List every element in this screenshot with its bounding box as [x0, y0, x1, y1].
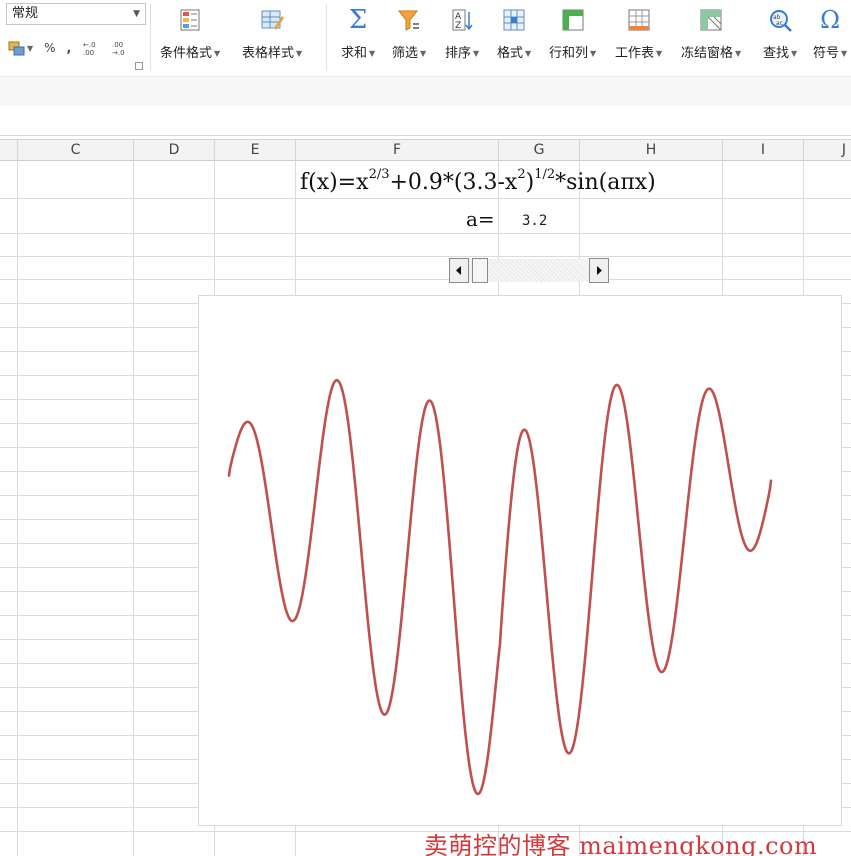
formula-exponent: 2/3 [368, 166, 390, 182]
worksheet-label: 工作表 [615, 46, 655, 61]
row-column-icon [562, 9, 584, 31]
grid-column-line [133, 161, 134, 856]
grid-row-line [0, 279, 851, 280]
row-header-corner[interactable] [0, 140, 18, 161]
sort-az-icon: AZ [452, 9, 473, 31]
formula-text: f(x)=x2/3+0.9*(3.3-x2)1/2*sin(aπx) [300, 168, 656, 198]
triangle-right-icon [597, 266, 602, 275]
grid-row-line [0, 198, 851, 199]
formula-part: ) [525, 170, 535, 195]
svg-text:.00: .00 [83, 49, 94, 56]
percent-button[interactable]: % [44, 41, 55, 55]
sigma-icon: Σ [348, 5, 368, 35]
triangle-left-icon [456, 266, 461, 275]
decrease-decimal-button[interactable]: .00 →.0 [111, 40, 129, 56]
increase-decimal-button[interactable]: ←.0.00 [82, 40, 100, 56]
parameter-scrollbar[interactable] [449, 258, 609, 283]
conditional-format-icon [180, 9, 200, 31]
symbol-label: 符号 [813, 46, 840, 61]
formula-exponent: 2 [517, 166, 526, 182]
sort-button[interactable]: AZ 排序 ▼ [445, 6, 479, 61]
scroll-left-button[interactable] [449, 258, 469, 283]
filter-button[interactable]: 筛选 ▼ [392, 6, 426, 61]
filter-label: 筛选 [392, 46, 419, 61]
worksheet-icon [628, 9, 650, 31]
column-header-h[interactable]: H [580, 140, 723, 161]
decrease-decimal-icon: .00→.0 [112, 41, 125, 56]
number-format-value: 常规 [12, 6, 39, 21]
chevron-down-icon: ▼ [133, 9, 140, 19]
ribbon-footer [0, 76, 851, 106]
formula-part: *sin(aπx) [555, 170, 656, 195]
column-header-g[interactable]: G [499, 140, 580, 161]
format-cells-icon [503, 9, 525, 31]
svg-text:→.0: →.0 [112, 49, 125, 56]
row-col-label: 行和列 [549, 46, 589, 61]
symbol-button[interactable]: Ω 符号 ▼ [813, 6, 847, 61]
divider [326, 4, 327, 70]
table-style-label: 表格样式 [242, 46, 295, 61]
param-a-value-cell[interactable]: 3.2 [522, 213, 547, 229]
chart-plot [227, 378, 773, 796]
freeze-panes-icon [700, 9, 722, 31]
svg-text:ac: ac [776, 20, 783, 27]
ribbon-toolbar: 常规 ▼ ▼ % , ←.0.00 .00 →.0 条件格式 ▼ 表格样式 ▼ Σ 求… [0, 0, 851, 106]
column-header-i[interactable]: I [723, 140, 804, 161]
svg-text:.00: .00 [112, 41, 123, 49]
svg-text:←.0: ←.0 [83, 41, 96, 49]
column-headers: C D E F G H I J [0, 139, 851, 161]
freeze-panes-button[interactable]: 冻结窗格 ▼ [681, 6, 741, 61]
column-header-e[interactable]: E [215, 140, 296, 161]
number-format-buttons: ▼ % , ←.0.00 .00 →.0 [8, 38, 129, 58]
formula-part: +0.9*(3.3-x [389, 170, 518, 195]
series-line [227, 378, 773, 796]
row-col-button[interactable]: 行和列 ▼ [549, 6, 596, 61]
watermark-text: 卖萌控的博客 maimengkong.com [424, 832, 818, 856]
find-magnifier-icon: abac [770, 10, 792, 32]
format-button[interactable]: 格式 ▼ [497, 6, 531, 61]
currency-format-button[interactable]: ▼ [8, 40, 33, 56]
column-header-j[interactable]: J [804, 140, 851, 161]
scroll-right-button[interactable] [589, 258, 609, 283]
formula-bar[interactable] [0, 106, 851, 136]
svg-text:Z: Z [455, 21, 461, 31]
find-label: 查找 [763, 46, 790, 61]
comma-button[interactable]: , [67, 41, 72, 55]
line-chart[interactable] [198, 295, 842, 826]
conditional-format-button[interactable]: 条件格式 ▼ [160, 6, 220, 61]
dialog-launcher-icon[interactable] [135, 62, 143, 70]
scroll-thumb[interactable] [472, 258, 489, 283]
format-label: 格式 [497, 46, 524, 61]
worksheet-button[interactable]: 工作表 ▼ [615, 6, 662, 61]
number-format-select[interactable]: 常规 ▼ [6, 3, 146, 25]
sum-label: 求和 [341, 46, 368, 61]
param-a-label: a= [466, 207, 495, 231]
table-style-button[interactable]: 表格样式 ▼ [242, 6, 302, 61]
sum-button[interactable]: Σ 求和 ▼ [341, 6, 375, 61]
formula-exponent: 1/2 [534, 166, 556, 182]
formula-part: f(x)=x [300, 170, 369, 195]
find-button[interactable]: ab ac 查找 ▼ [763, 6, 797, 61]
grid-row-line [0, 256, 851, 257]
conditional-format-label: 条件格式 [160, 46, 213, 61]
column-header-d[interactable]: D [134, 140, 215, 161]
grid-column-line [17, 161, 18, 856]
funnel-icon [398, 10, 420, 31]
grid-row-line [0, 233, 851, 234]
sort-label: 排序 [445, 46, 472, 61]
increase-decimal-icon: ←.0.00 [83, 41, 96, 56]
column-header-c[interactable]: C [18, 140, 134, 161]
omega-icon: Ω [820, 6, 841, 34]
column-header-f[interactable]: F [296, 140, 499, 161]
currency-icon [8, 41, 25, 56]
table-style-icon [261, 10, 285, 30]
freeze-panes-label: 冻结窗格 [681, 46, 734, 61]
divider [150, 4, 151, 70]
